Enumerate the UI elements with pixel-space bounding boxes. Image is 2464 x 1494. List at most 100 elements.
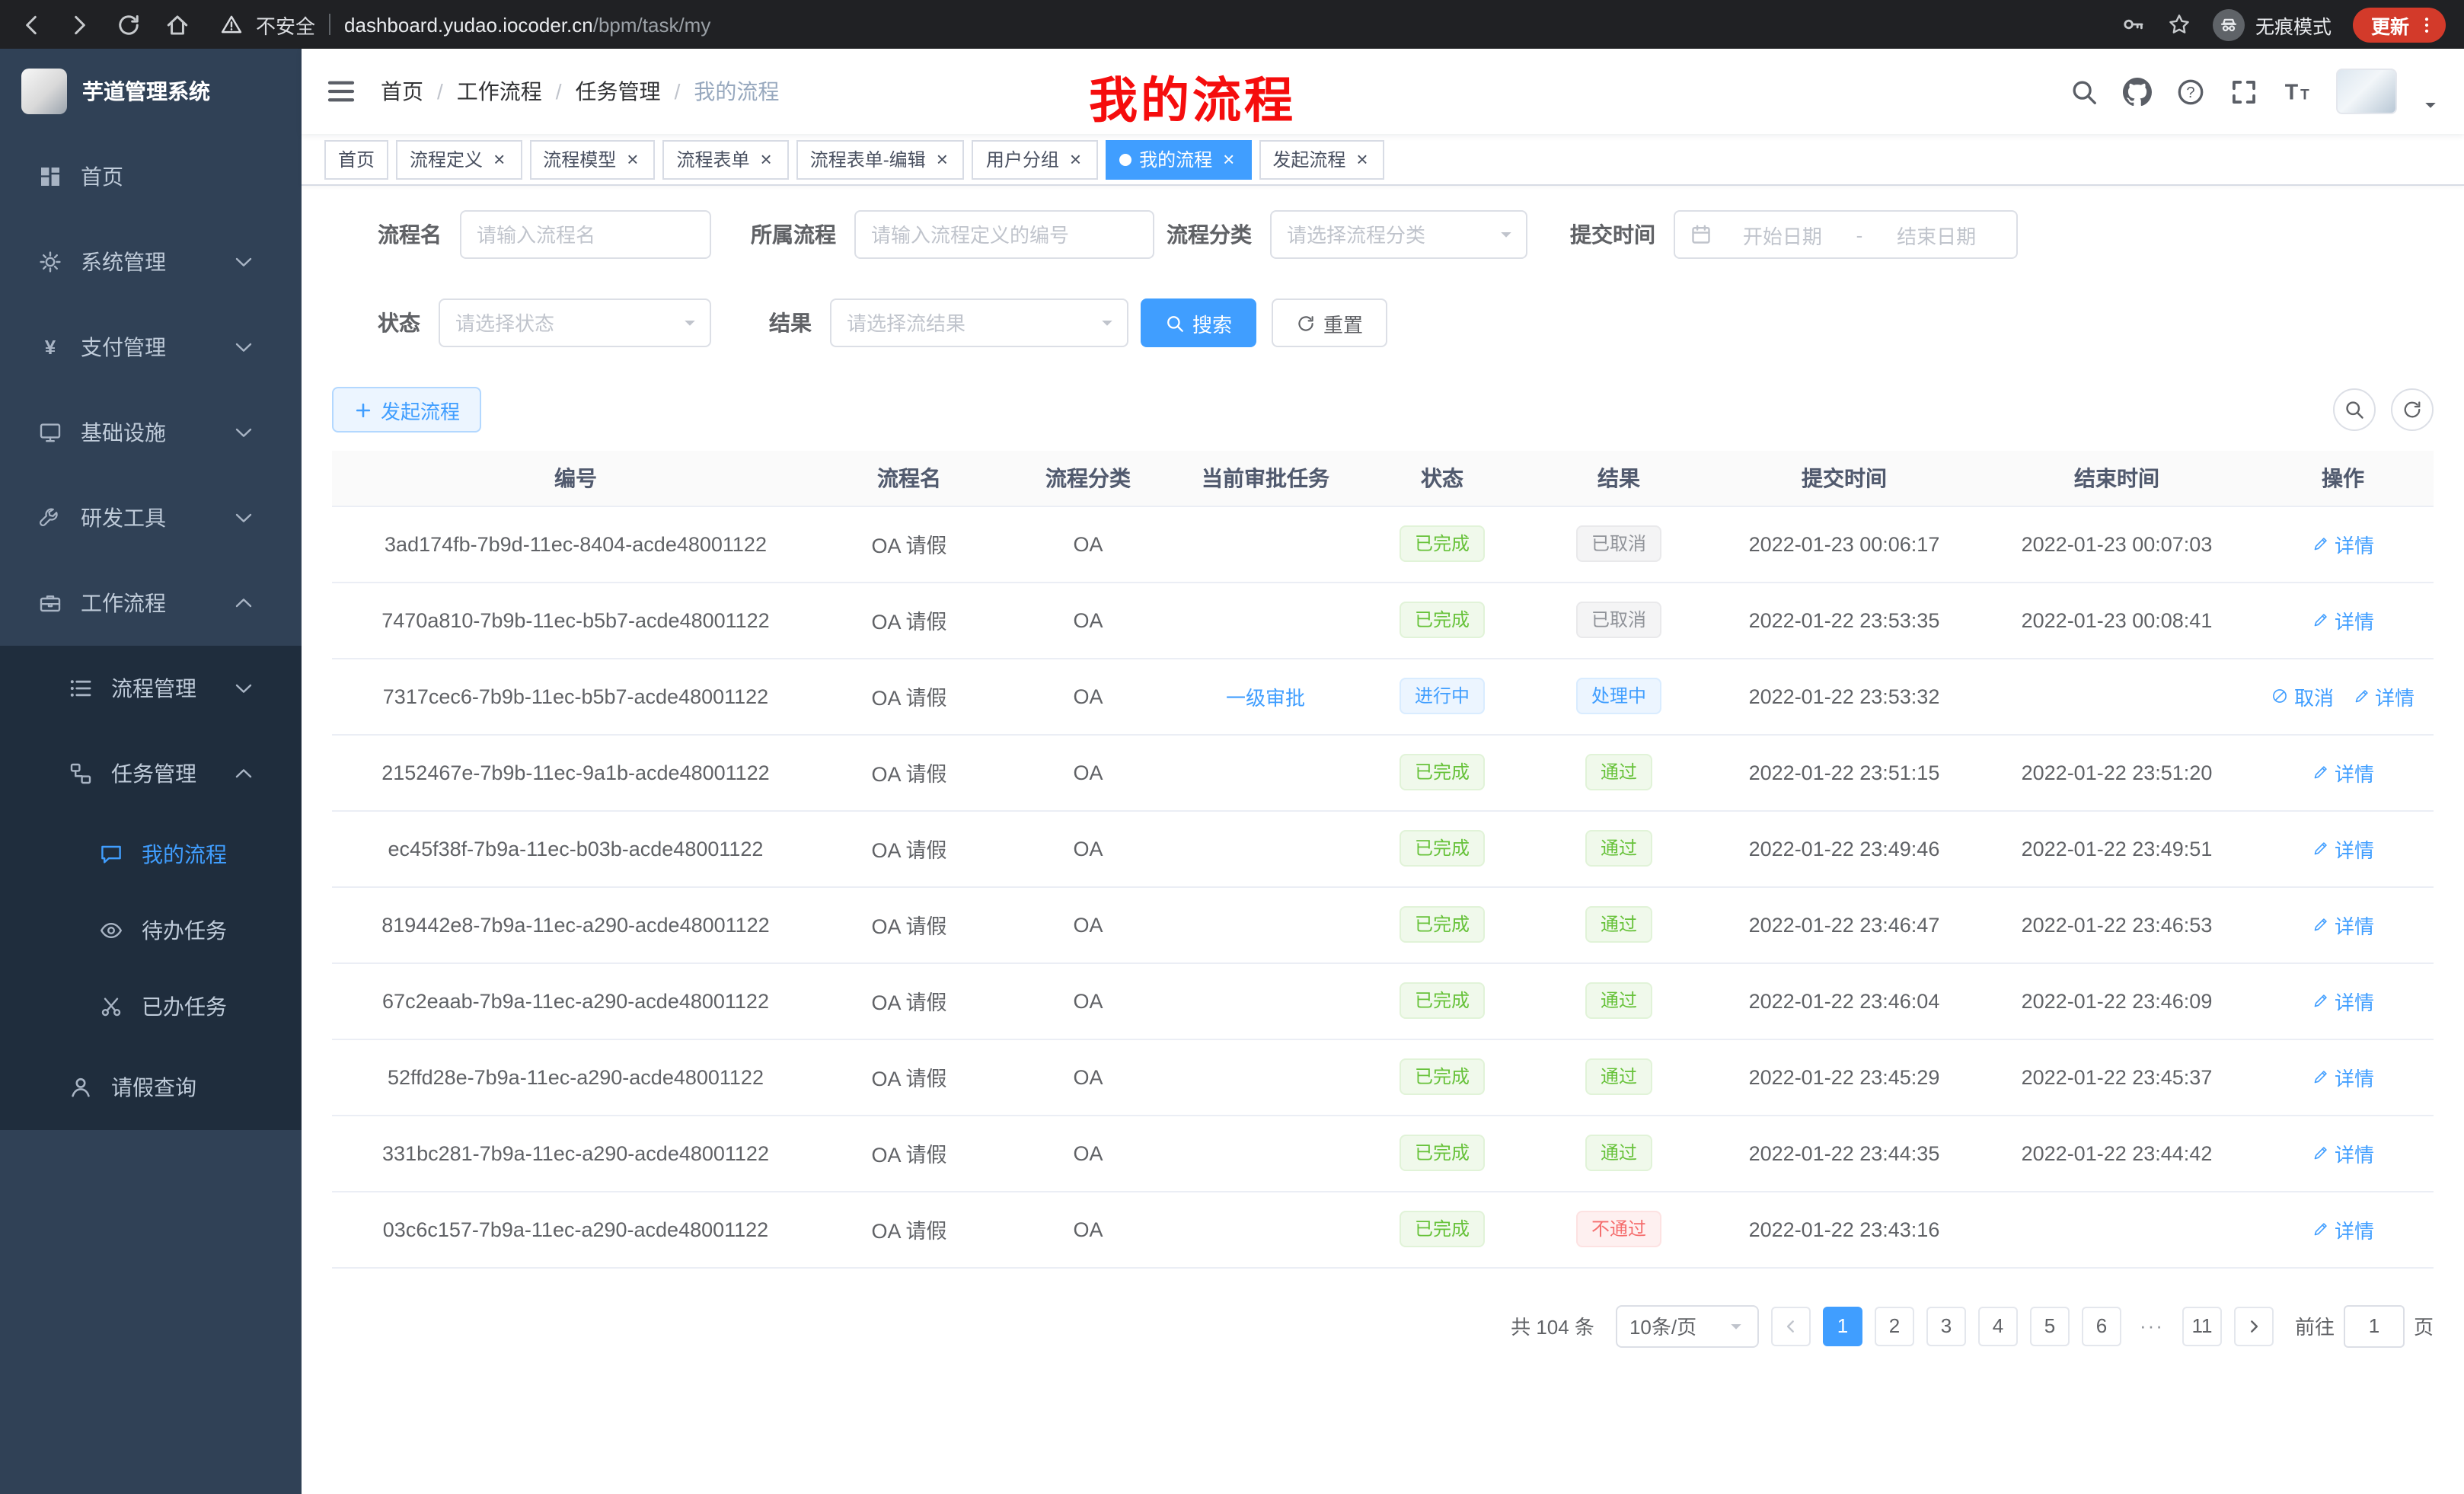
status-select-input[interactable] — [439, 298, 711, 347]
detail-link[interactable]: 详情 — [2312, 1062, 2374, 1091]
reload-icon[interactable] — [116, 11, 142, 37]
browser-menu-icon[interactable] — [2417, 14, 2437, 34]
tags-view: 首页流程定义×流程模型×流程表单×流程表单-编辑×用户分组×我的流程×发起流程× — [302, 134, 2464, 186]
close-icon[interactable]: × — [490, 148, 508, 171]
result-select-input[interactable] — [830, 298, 1128, 347]
submit-time-range-picker[interactable]: 开始日期 - 结束日期 — [1674, 210, 2018, 259]
filter-label: 提交时间 — [1570, 219, 1655, 250]
page-button-6[interactable]: 6 — [2082, 1306, 2121, 1346]
create-process-button[interactable]: 发起流程 — [332, 387, 481, 433]
cell-submit-time: 2022-01-22 23:51:15 — [1707, 734, 1981, 810]
detail-link[interactable]: 详情 — [2312, 1215, 2374, 1243]
fullscreen-icon[interactable] — [2229, 78, 2258, 107]
tab-process-def[interactable]: 流程定义× — [396, 139, 522, 179]
chevron-up-icon — [231, 591, 256, 615]
sidebar-item-process-mgmt[interactable]: 流程管理 — [0, 646, 302, 731]
close-icon[interactable]: × — [1220, 148, 1237, 171]
tab-user-group[interactable]: 用户分组× — [972, 139, 1098, 179]
avatar[interactable] — [2336, 69, 2397, 114]
close-icon[interactable]: × — [758, 148, 775, 171]
sidebar-item-system[interactable]: 系统管理 — [0, 219, 302, 305]
hamburger-icon[interactable] — [326, 76, 356, 107]
detail-link[interactable]: 详情 — [2312, 986, 2374, 1015]
tab-home[interactable]: 首页 — [324, 139, 388, 179]
tab-process-form[interactable]: 流程表单× — [662, 139, 788, 179]
sidebar-item-devtools[interactable]: 研发工具 — [0, 475, 302, 560]
page-button-1[interactable]: 1 — [1823, 1306, 1862, 1346]
tab-process-model[interactable]: 流程模型× — [529, 139, 655, 179]
key-icon[interactable] — [2121, 12, 2146, 37]
fontsize-icon[interactable]: TT — [2283, 78, 2312, 107]
app-logo[interactable]: 芋道管理系统 — [0, 49, 302, 134]
close-icon[interactable]: × — [1067, 148, 1084, 171]
current-task-link[interactable]: 一级审批 — [1226, 682, 1305, 710]
svg-text:¥: ¥ — [45, 336, 56, 359]
cell-process-name: OA 请假 — [819, 582, 999, 658]
detail-link[interactable]: 详情 — [2312, 1138, 2374, 1167]
page-button-2[interactable]: 2 — [1875, 1306, 1914, 1346]
search-button[interactable]: 搜索 — [1141, 298, 1256, 347]
process-definition-input[interactable] — [854, 210, 1154, 259]
github-icon[interactable] — [2123, 78, 2152, 107]
page-ellipsis[interactable]: ··· — [2134, 1314, 2170, 1337]
detail-link[interactable]: 详情 — [2312, 910, 2374, 939]
close-icon[interactable]: × — [1353, 148, 1371, 171]
home-icon[interactable] — [164, 11, 190, 37]
sidebar-item-todo-tasks[interactable]: 待办任务 — [0, 892, 302, 969]
sidebar-item-task-mgmt[interactable]: 任务管理 — [0, 731, 302, 816]
tab-process-form-edit[interactable]: 流程表单-编辑× — [796, 139, 965, 179]
sidebar-item-payment[interactable]: ¥支付管理 — [0, 305, 302, 390]
detail-link[interactable]: 详情 — [2312, 758, 2374, 787]
page-button-11[interactable]: 11 — [2182, 1306, 2222, 1346]
sidebar-item-my-process[interactable]: 我的流程 — [0, 816, 302, 892]
result-badge: 已取消 — [1576, 525, 1661, 562]
cell-id: 03c6c157-7b9a-11ec-a290-acde48001122 — [332, 1191, 819, 1267]
search-icon[interactable] — [2070, 78, 2099, 107]
tab-start-process[interactable]: 发起流程× — [1259, 139, 1384, 179]
category-select[interactable] — [1270, 210, 1527, 259]
refresh-table-button[interactable] — [2391, 388, 2434, 431]
table-row: 7470a810-7b9b-11ec-b5b7-acde48001122OA 请… — [332, 582, 2434, 658]
detail-link[interactable]: 详情 — [2352, 682, 2415, 710]
detail-link[interactable]: 详情 — [2312, 529, 2374, 558]
browser-nav-controls — [18, 11, 190, 37]
goto-page-input[interactable] — [2344, 1304, 2405, 1347]
action-label: 详情 — [2335, 1062, 2374, 1091]
cell-category: OA — [999, 506, 1177, 582]
page-button-3[interactable]: 3 — [1926, 1306, 1966, 1346]
update-button[interactable]: 更新 — [2353, 7, 2446, 42]
cell-submit-time: 2022-01-22 23:46:47 — [1707, 886, 1981, 962]
sidebar-item-done-tasks[interactable]: 已办任务 — [0, 969, 302, 1045]
result-select[interactable] — [830, 298, 1128, 347]
bookmark-star-icon[interactable] — [2167, 12, 2191, 37]
detail-link[interactable]: 详情 — [2312, 605, 2374, 634]
search-toggle-button[interactable] — [2333, 388, 2376, 431]
cancel-link[interactable]: 取消 — [2271, 682, 2334, 710]
next-page-button[interactable] — [2234, 1306, 2274, 1346]
page-button-5[interactable]: 5 — [2030, 1306, 2070, 1346]
sidebar-item-leave-query[interactable]: 请假查询 — [0, 1045, 302, 1130]
detail-link[interactable]: 详情 — [2312, 834, 2374, 863]
sidebar-item-infrastructure[interactable]: 基础设施 — [0, 390, 302, 475]
reset-button[interactable]: 重置 — [1272, 298, 1387, 347]
close-icon[interactable]: × — [624, 148, 641, 171]
forward-icon[interactable] — [67, 11, 93, 37]
help-icon[interactable]: ? — [2176, 78, 2205, 107]
breadcrumb-item[interactable]: 首页 — [381, 76, 423, 107]
tab-my-process[interactable]: 我的流程× — [1106, 139, 1251, 179]
page-button-4[interactable]: 4 — [1978, 1306, 2018, 1346]
caret-down-icon[interactable] — [2421, 96, 2440, 114]
address-bar[interactable]: 不安全 dashboard.yudao.iocoder.cn/bpm/task/… — [221, 10, 2121, 39]
sidebar-item-workflow[interactable]: 工作流程 — [0, 560, 302, 646]
process-name-input[interactable] — [460, 210, 711, 259]
breadcrumb-item[interactable]: 任务管理 — [576, 76, 661, 107]
cell-current-task — [1177, 734, 1354, 810]
status-select[interactable] — [439, 298, 711, 347]
sidebar-item-home[interactable]: 首页 — [0, 134, 302, 219]
close-icon[interactable]: × — [934, 148, 951, 171]
category-select-input[interactable] — [1270, 210, 1527, 259]
page-size-select[interactable]: 10条/页 — [1616, 1304, 1759, 1347]
breadcrumb-item[interactable]: 工作流程 — [457, 76, 542, 107]
prev-page-button[interactable] — [1771, 1306, 1811, 1346]
back-icon[interactable] — [18, 11, 44, 37]
